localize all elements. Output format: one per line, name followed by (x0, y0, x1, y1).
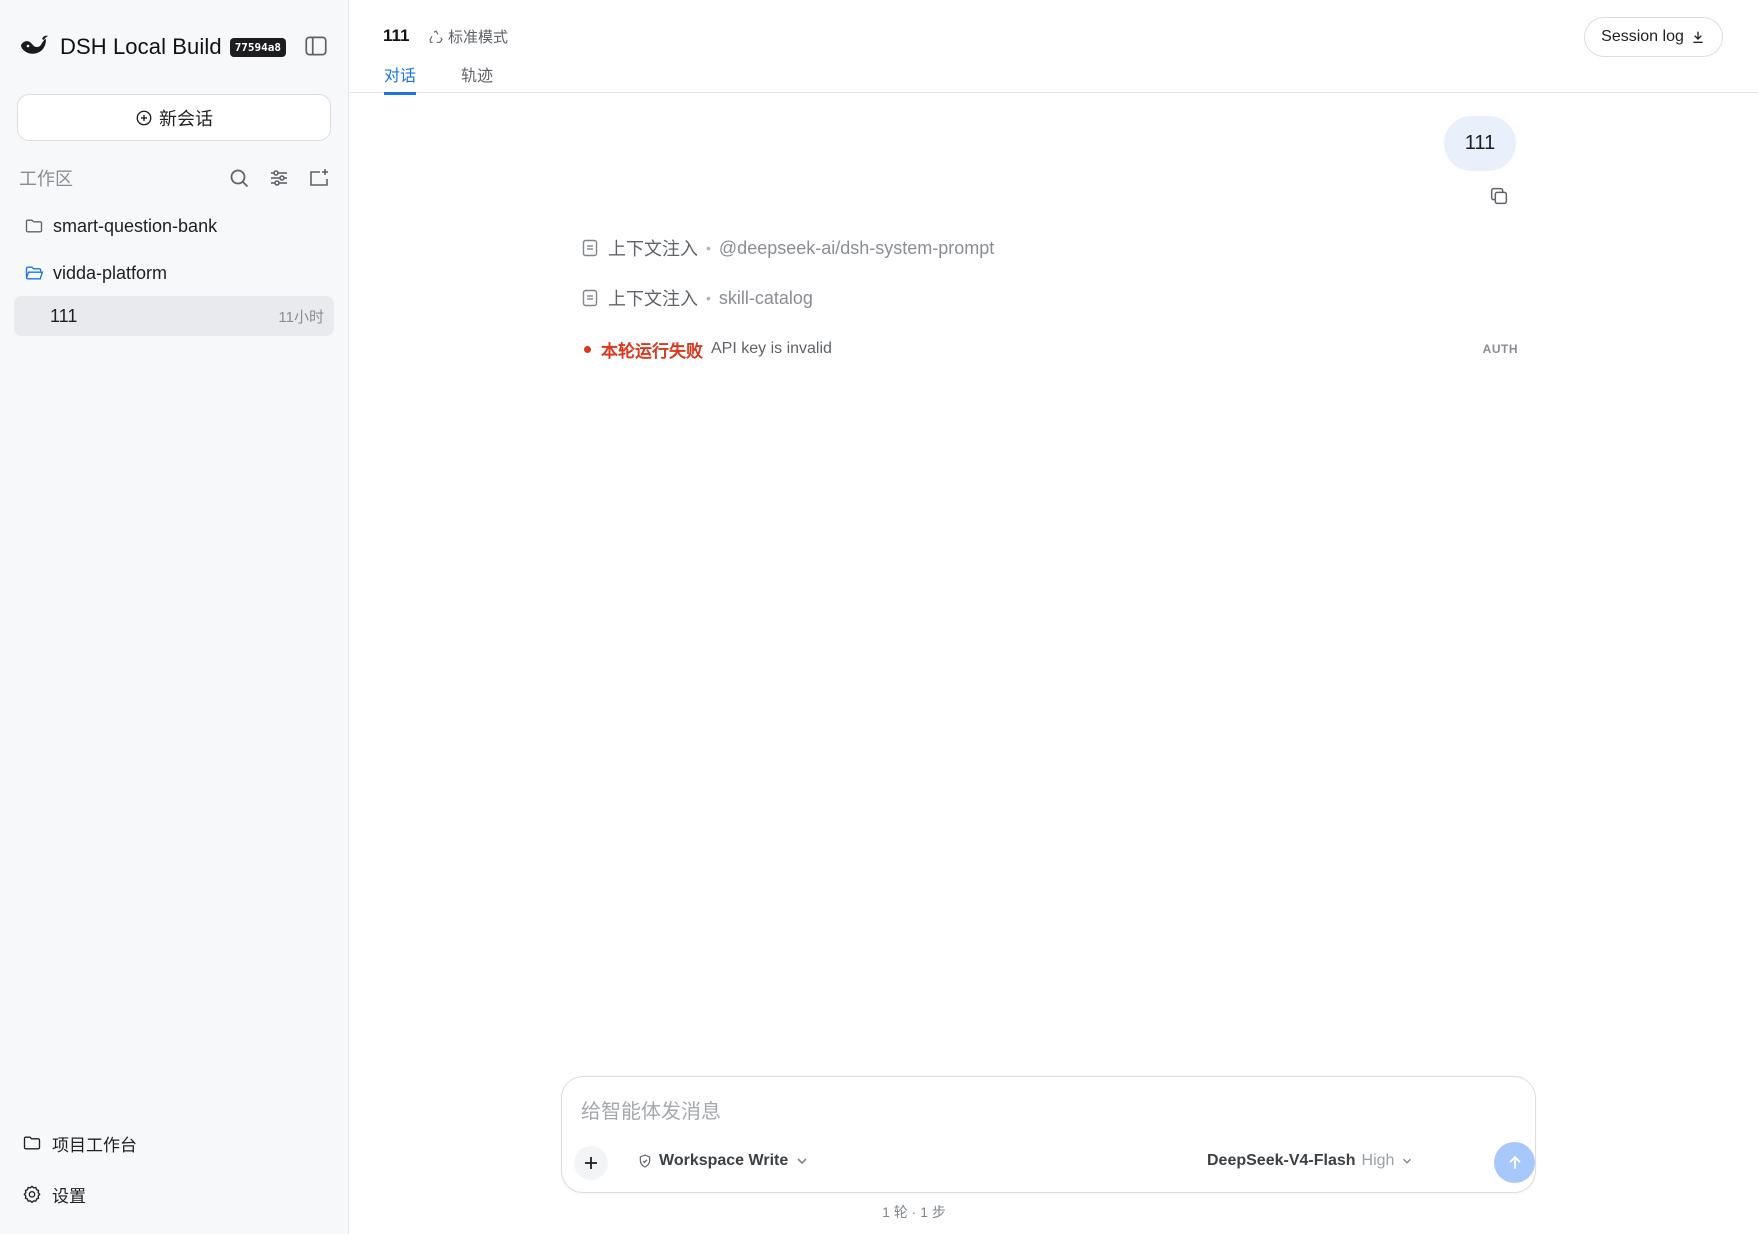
turn-stats: 1 轮 · 1 步 (882, 1204, 946, 1220)
session-title: 111 (50, 305, 78, 326)
tab-trace[interactable]: 轨迹 (461, 62, 493, 92)
model-name: DeepSeek-V4-Flash (1207, 1152, 1356, 1169)
run-error-row: 本轮运行失败 API key is invalid AUTH (582, 336, 1518, 362)
user-message-text: 111 (1464, 132, 1496, 154)
model-effort: High (1361, 1152, 1395, 1169)
error-dot (584, 345, 591, 353)
brand-name: DSH Local Build (60, 34, 222, 59)
folder-icon (23, 1136, 41, 1150)
arrow-up-icon (1508, 1155, 1521, 1169)
recycle-mode-icon (429, 29, 443, 43)
new-chat-label: 新会话 (159, 108, 213, 129)
permission-label: Workspace Write (659, 1152, 789, 1169)
send-button[interactable] (1494, 1142, 1535, 1183)
context-label: 上下文注入 (608, 289, 698, 309)
separator-dot: • (706, 240, 711, 256)
whale-logo-icon (21, 35, 48, 54)
conversation-title: 111 (383, 26, 410, 45)
folder-label: smart-question-bank (53, 215, 218, 236)
plus-circle-icon (136, 110, 152, 125)
conversation-header: 111 标准模式 对话 轨迹 Session log (350, 0, 1758, 95)
folder-icon (25, 219, 43, 233)
context-injection-row[interactable]: 上下文注入 • @deepseek-ai/dsh-system-prompt (582, 234, 994, 262)
user-message-bubble: 111 (1444, 116, 1516, 171)
new-chat-button[interactable]: 新会话 (17, 94, 331, 141)
session-time: 11小时 (278, 308, 324, 326)
error-code: AUTH (1482, 342, 1518, 356)
document-icon (582, 289, 598, 307)
chevron-down-icon (1403, 1158, 1412, 1164)
download-icon (1693, 31, 1703, 43)
add-folder-icon[interactable] (307, 166, 331, 190)
context-value: skill-catalog (718, 287, 813, 308)
mode-indicator[interactable]: 标准模式 (428, 26, 508, 47)
folder-open-icon (25, 266, 44, 280)
folder-label: vidda-platform (53, 262, 168, 283)
context-value: @deepseek-ai/dsh-system-prompt (718, 237, 995, 258)
error-title: 本轮运行失败 (601, 341, 703, 361)
error-message: API key is invalid (711, 340, 832, 357)
session-item-111[interactable]: 111 11小时 (14, 296, 334, 336)
message-composer: Workspace Write DeepSeek-V4-Flash High (561, 1076, 1536, 1193)
permission-select[interactable]: Workspace Write (637, 1152, 810, 1170)
attach-button[interactable] (574, 1146, 608, 1180)
filter-sliders-icon[interactable] (267, 166, 291, 190)
workspace-actions (227, 166, 331, 190)
workspace-header: 工作区 (19, 164, 331, 192)
folder-item-vidda-platform[interactable]: vidda-platform (14, 253, 334, 293)
tab-conversation[interactable]: 对话 (384, 62, 417, 95)
context-label: 上下文注入 (608, 239, 698, 259)
session-log-label: Session log (1601, 28, 1684, 45)
gear-icon (23, 1185, 41, 1204)
settings-link[interactable]: 设置 (22, 1178, 86, 1210)
context-injection-row[interactable]: 上下文注入 • skill-catalog (582, 284, 813, 312)
settings-label: 设置 (52, 1186, 86, 1206)
model-select[interactable]: DeepSeek-V4-Flash High (1207, 1152, 1414, 1170)
chevron-down-icon (797, 1158, 807, 1165)
search-icon[interactable] (227, 166, 251, 190)
shield-check-icon (639, 1154, 651, 1168)
copy-icon[interactable] (1488, 185, 1510, 207)
document-icon (582, 239, 598, 257)
projects-workbench-label: 项目工作台 (52, 1135, 137, 1155)
session-log-button[interactable]: Session log (1584, 17, 1723, 57)
brand: DSH Local Build 77594a8 (18, 30, 287, 64)
main-panel: 111 标准模式 对话 轨迹 Session log 111 上下文注入 • @… (350, 0, 1758, 1234)
separator-dot: • (706, 290, 711, 306)
workspace-title: 工作区 (19, 169, 73, 189)
folder-item-smart-question-bank[interactable]: smart-question-bank (14, 206, 334, 246)
projects-workbench-link[interactable]: 项目工作台 (22, 1127, 137, 1159)
message-input[interactable] (581, 1097, 1481, 1127)
plus-icon (585, 1157, 597, 1169)
sidebar-toggle-icon[interactable] (303, 33, 329, 59)
build-badge: 77594a8 (229, 37, 287, 57)
mode-label: 标准模式 (448, 29, 509, 46)
sidebar: DSH Local Build 77594a8 新会话 工作区 smart-qu… (0, 0, 349, 1234)
